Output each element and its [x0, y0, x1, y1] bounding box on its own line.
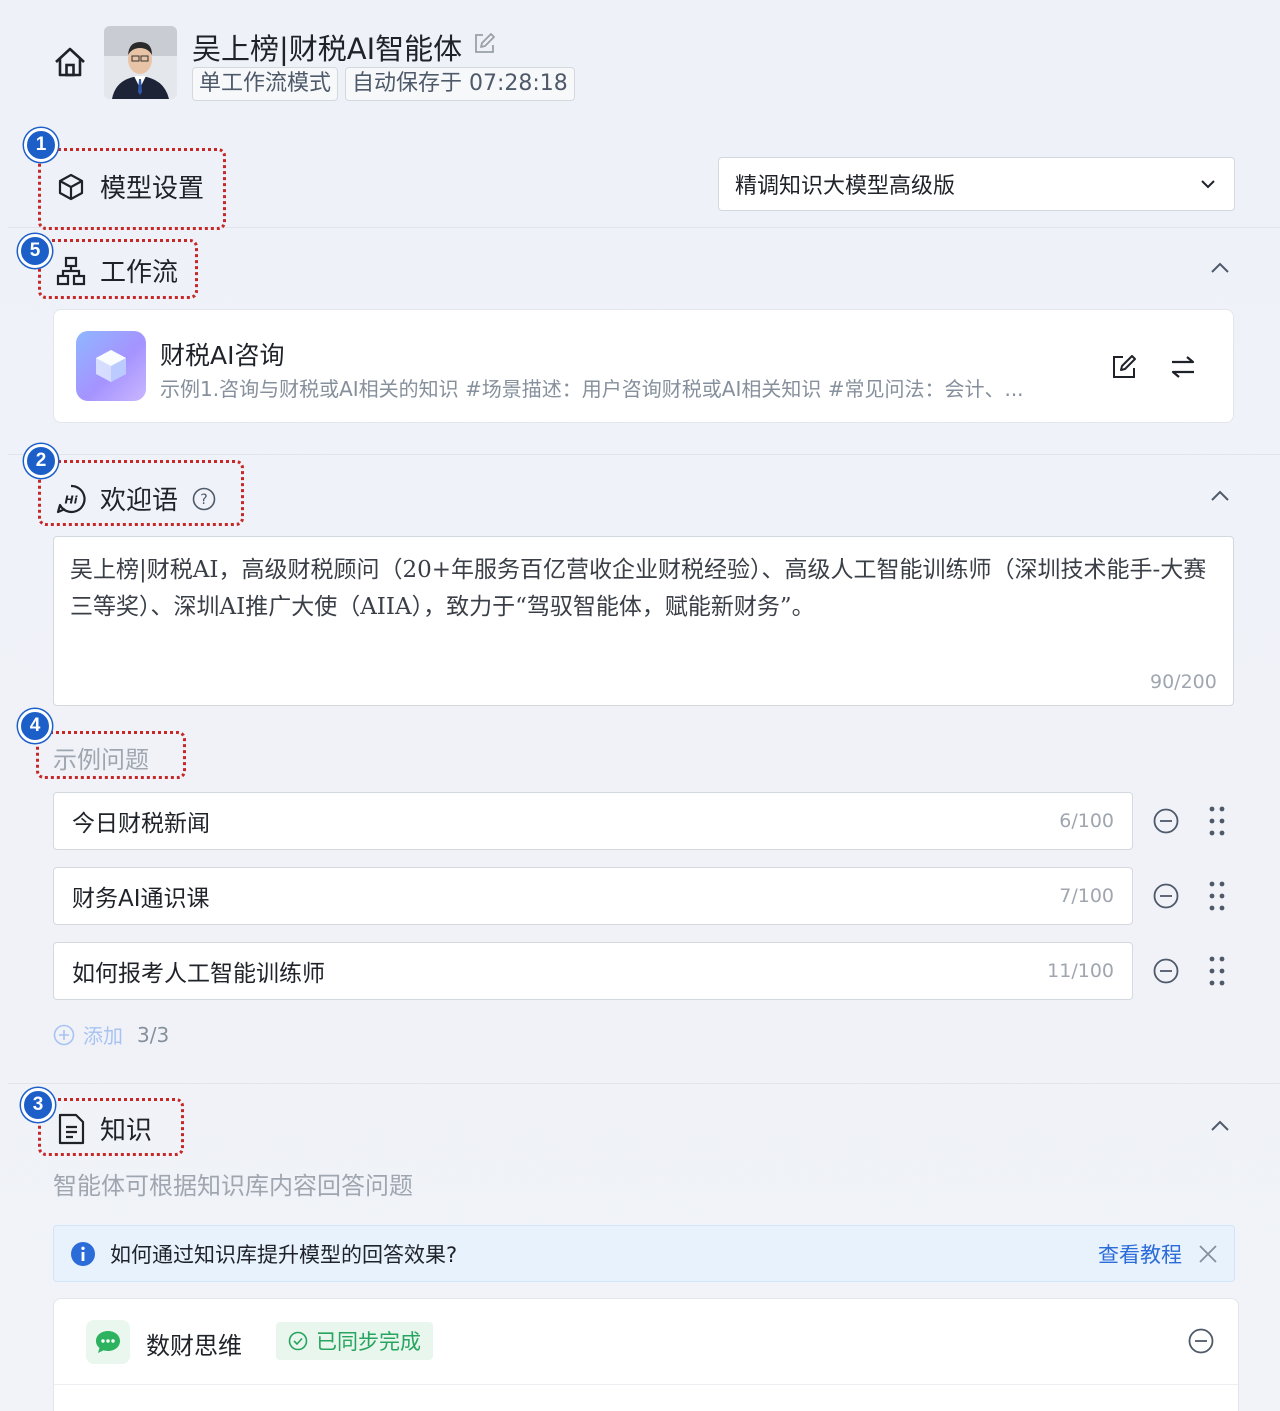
knowledge-item-name: 数财思维: [146, 1332, 242, 1360]
svg-text:?: ?: [200, 492, 207, 508]
section-title: 工作流: [100, 258, 179, 288]
example-question-input[interactable]: 如何报考人工智能训练师 11/100: [53, 942, 1133, 1000]
check-circle-icon: [288, 1331, 308, 1351]
model-select-value: 精调知识大模型高级版: [735, 174, 956, 199]
minus-circle-icon[interactable]: [1188, 1328, 1214, 1354]
section-title: 模型设置: [100, 174, 205, 204]
autosave-tag: 自动保存于 07:28:18: [345, 67, 575, 101]
minus-circle-icon[interactable]: [1153, 883, 1179, 909]
section-divider: [8, 454, 1280, 455]
workflow-section-header: 工作流: [56, 252, 178, 289]
swap-icon[interactable]: [1169, 354, 1197, 380]
example-question-input[interactable]: 财务AI通识课 7/100: [53, 867, 1133, 925]
workflow-name: 财税AI咨询: [160, 341, 285, 370]
drag-handle-icon[interactable]: [1209, 881, 1225, 911]
model-section-header: 模型设置: [56, 168, 204, 205]
plus-circle-icon: [53, 1024, 75, 1046]
section-title: 欢迎语: [100, 486, 179, 516]
chevron-down-icon: [1198, 174, 1218, 194]
workflow-icon: [56, 256, 86, 286]
step-badge: 3: [21, 1088, 55, 1122]
info-icon: [70, 1241, 96, 1267]
welcome-text: 吴上榜|财税AI，高级财税顾问（20+年服务百亿营收企业财税经验）、高级人工智能…: [70, 557, 1207, 620]
drag-handle-icon[interactable]: [1209, 806, 1225, 836]
example-question-input[interactable]: 今日财税新闻 6/100: [53, 792, 1133, 850]
avatar: [104, 26, 177, 99]
mode-tag: 单工作流模式: [192, 67, 339, 101]
svg-text:Hi: Hi: [65, 493, 78, 506]
step-badge: 5: [18, 234, 52, 268]
char-counter: 7/100: [1059, 885, 1114, 907]
workflow-description: 示例1.咨询与财税或AI相关的知识 #场景描述：用户咨询财税或AI相关知识 #常…: [160, 377, 1024, 401]
knowledge-tip-banner: 如何通过知识库提升模型的回答效果? 查看教程: [53, 1225, 1235, 1282]
tutorial-link[interactable]: 查看教程: [1098, 1239, 1182, 1269]
workflow-logo-icon: [76, 331, 146, 401]
minus-circle-icon[interactable]: [1153, 958, 1179, 984]
char-counter: 6/100: [1059, 810, 1114, 832]
examples-title: 示例问题: [53, 746, 149, 774]
chevron-up-icon[interactable]: [1208, 1114, 1232, 1138]
minus-circle-icon[interactable]: [1153, 808, 1179, 834]
step-badge: 4: [18, 709, 52, 743]
question-text: 今日财税新闻: [72, 811, 210, 837]
chevron-up-icon[interactable]: [1208, 256, 1232, 280]
model-select[interactable]: 精调知识大模型高级版: [718, 157, 1235, 211]
edit-icon[interactable]: [472, 32, 496, 56]
tip-text: 如何通过知识库提升模型的回答效果?: [110, 1242, 458, 1267]
drag-handle-icon[interactable]: [1209, 956, 1225, 986]
char-counter: 11/100: [1047, 960, 1114, 982]
edit-icon[interactable]: [1111, 354, 1137, 380]
add-question-button[interactable]: 添加 3/3: [53, 1020, 169, 1049]
home-icon[interactable]: [52, 46, 88, 78]
add-label: 添加: [83, 1024, 123, 1048]
document-icon: [56, 1113, 86, 1145]
cube-icon: [56, 172, 86, 202]
chat-icon: [86, 1320, 130, 1364]
question-text: 财务AI通识课: [72, 886, 210, 912]
welcome-section-header: Hi 欢迎语 ?: [56, 480, 216, 517]
step-badge: 2: [24, 444, 58, 478]
knowledge-section-header: 知识: [56, 1110, 152, 1147]
section-title: 知识: [100, 1116, 153, 1146]
add-count: 3/3: [137, 1022, 170, 1047]
knowledge-description: 智能体可根据知识库内容回答问题: [53, 1172, 413, 1200]
step-badge: 1: [24, 128, 58, 162]
section-divider: [8, 1083, 1280, 1084]
card-divider: [54, 1384, 1238, 1385]
question-text: 如何报考人工智能训练师: [72, 961, 325, 987]
sync-status-badge: 已同步完成: [276, 1322, 433, 1360]
chevron-up-icon[interactable]: [1208, 484, 1232, 508]
close-icon[interactable]: [1198, 1244, 1218, 1264]
agent-title: 吴上榜|财税AI智能体: [192, 32, 463, 66]
help-icon[interactable]: ?: [192, 487, 216, 511]
hi-icon: Hi: [56, 484, 86, 514]
char-counter: 90/200: [1150, 671, 1217, 693]
sync-status-text: 已同步完成: [316, 1330, 421, 1354]
